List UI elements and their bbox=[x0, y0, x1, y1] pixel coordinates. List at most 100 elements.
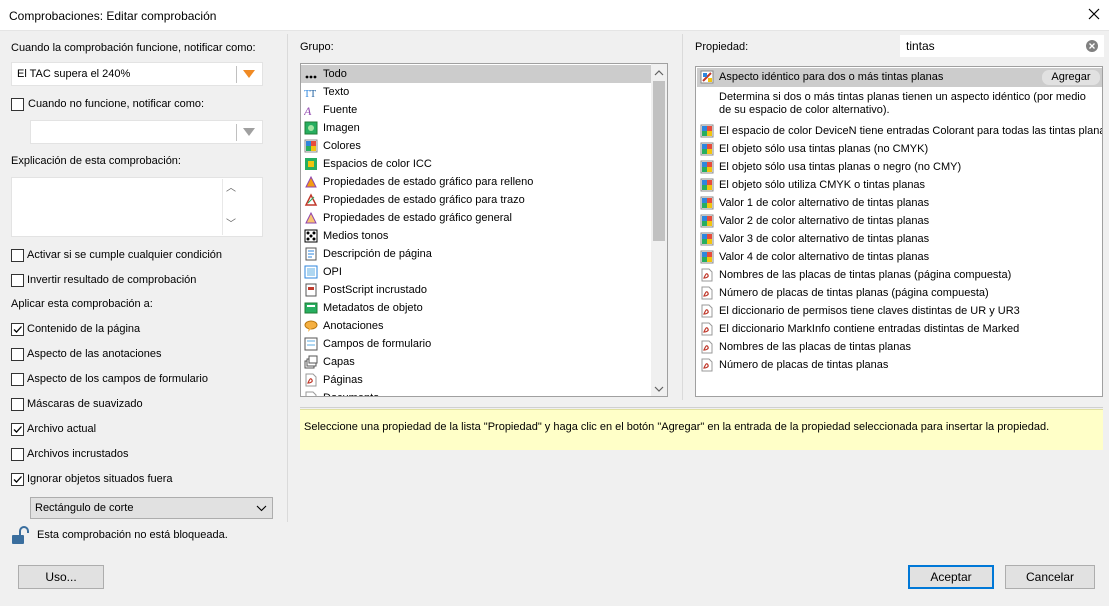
colors-icon bbox=[700, 70, 714, 87]
group-item[interactable]: Documento bbox=[301, 389, 651, 396]
property-item-label: Valor 1 de color alternativo de tintas p… bbox=[719, 197, 930, 209]
group-item[interactable]: Metadatos de objeto bbox=[301, 299, 651, 317]
group-item[interactable]: Espacios de color ICC bbox=[301, 155, 651, 173]
property-list: El espacio de color DeviceN tiene entrad… bbox=[697, 122, 1102, 396]
apply-page-content-checkbox[interactable] bbox=[11, 323, 24, 336]
scroll-down-icon[interactable]: ﹀ bbox=[223, 217, 239, 233]
group-item[interactable]: Medios tonos bbox=[301, 227, 651, 245]
not-work-combo[interactable] bbox=[30, 120, 263, 144]
colors-icon bbox=[304, 139, 318, 153]
scroll-thumb[interactable] bbox=[653, 81, 665, 241]
apply-current-file-checkbox[interactable] bbox=[11, 423, 24, 436]
group-listbox[interactable]: Todo T T Texto A Fuente Imagen Colores Espacios … bbox=[300, 63, 668, 397]
clear-search-icon[interactable] bbox=[1085, 39, 1099, 56]
orange-dropdown-arrow-icon[interactable] bbox=[242, 68, 256, 83]
property-item[interactable]: Valor 2 de color alternativo de tintas p… bbox=[697, 212, 1102, 230]
apply-soft-masks-label: Máscaras de suavizado bbox=[27, 398, 143, 410]
group-item[interactable]: OPI bbox=[301, 263, 651, 281]
group-item[interactable]: Propiedades de estado gráfico para trazo bbox=[301, 191, 651, 209]
colors-icon bbox=[700, 142, 714, 156]
divider bbox=[287, 34, 288, 522]
explanation-scrollbar[interactable]: ︿ ﹀ bbox=[222, 179, 239, 235]
property-item[interactable]: Nombres de las placas de tintas planas (… bbox=[697, 266, 1102, 284]
pdf-icon bbox=[700, 268, 714, 282]
group-item-label: Todo bbox=[323, 68, 347, 80]
group-item[interactable]: Páginas bbox=[301, 371, 651, 389]
property-item[interactable]: Valor 4 de color alternativo de tintas p… bbox=[697, 248, 1102, 266]
group-item-label: Medios tonos bbox=[323, 230, 389, 242]
accept-button[interactable]: Aceptar bbox=[908, 565, 994, 589]
property-item[interactable]: El objeto sólo usa tintas planas o negro… bbox=[697, 158, 1102, 176]
scroll-up-icon[interactable]: ︿ bbox=[223, 181, 239, 197]
cancel-button[interactable]: Cancelar bbox=[1005, 565, 1095, 589]
invert-result-label: Invertir resultado de comprobación bbox=[27, 274, 197, 286]
add-button[interactable]: Agregar bbox=[1042, 70, 1100, 85]
apply-label: Aplicar esta comprobación a: bbox=[11, 298, 153, 310]
checkmark-icon bbox=[13, 426, 22, 433]
group-item-label: Colores bbox=[323, 140, 361, 152]
colors-icon bbox=[700, 250, 714, 264]
svg-text:T: T bbox=[310, 89, 316, 99]
group-item[interactable]: T T Texto bbox=[301, 83, 651, 101]
halftone-icon bbox=[304, 229, 318, 243]
chevron-up-icon[interactable] bbox=[654, 68, 664, 80]
unlock-icon bbox=[11, 526, 29, 549]
property-label: Propiedad: bbox=[695, 41, 749, 53]
property-item-label: El diccionario de permisos tiene claves … bbox=[719, 305, 1020, 317]
explanation-textarea[interactable]: ︿ ﹀ bbox=[11, 177, 263, 237]
outside-select[interactable]: Rectángulo de corte bbox=[30, 497, 273, 519]
property-item[interactable]: Nombres de las placas de tintas planas bbox=[697, 338, 1102, 356]
any-condition-checkbox[interactable] bbox=[11, 249, 24, 262]
annotation-icon bbox=[304, 319, 318, 333]
property-item-label: Nombres de las placas de tintas planas (… bbox=[719, 269, 1012, 281]
apply-embedded-files-checkbox[interactable] bbox=[11, 448, 24, 461]
group-item[interactable]: Anotaciones bbox=[301, 317, 651, 335]
group-item-label: Propiedades de estado gráfico para relle… bbox=[323, 176, 534, 188]
group-item-label: Imagen bbox=[323, 122, 360, 134]
group-item[interactable]: Campos de formulario bbox=[301, 335, 651, 353]
group-item[interactable]: Propiedades de estado gráfico para relle… bbox=[301, 173, 651, 191]
group-item-label: Propiedades de estado gráfico para trazo bbox=[323, 194, 525, 206]
property-item[interactable]: Valor 1 de color alternativo de tintas p… bbox=[697, 194, 1102, 212]
invert-result-checkbox[interactable] bbox=[11, 274, 24, 287]
property-item[interactable]: El diccionario MarkInfo contiene entrada… bbox=[697, 320, 1102, 338]
pdf-icon bbox=[700, 340, 714, 354]
property-item[interactable]: Número de placas de tintas planas (págin… bbox=[697, 284, 1102, 302]
property-item[interactable]: Valor 3 de color alternativo de tintas p… bbox=[697, 230, 1102, 248]
property-search-input[interactable]: tintas bbox=[900, 35, 1104, 57]
apply-current-file-label: Archivo actual bbox=[27, 423, 97, 435]
property-item[interactable]: El objeto sólo utiliza CMYK o tintas pla… bbox=[697, 176, 1102, 194]
not-work-label: Cuando no funcione, notificar como: bbox=[28, 98, 205, 110]
apply-soft-masks-checkbox[interactable] bbox=[11, 398, 24, 411]
property-item[interactable]: El espacio de color DeviceN tiene entrad… bbox=[697, 122, 1102, 140]
group-item[interactable]: PostScript incrustado bbox=[301, 281, 651, 299]
apply-annotations-label: Aspecto de las anotaciones bbox=[27, 348, 162, 360]
pdf-icon bbox=[304, 373, 318, 387]
text-icon: TT bbox=[304, 85, 318, 100]
property-item[interactable]: Número de placas de tintas planas bbox=[697, 356, 1102, 374]
apply-annotations-checkbox[interactable] bbox=[11, 348, 24, 361]
selected-property-entry[interactable]: Aspecto idéntico para dos o más tintas p… bbox=[697, 68, 1102, 122]
notify-combo[interactable]: El TAC supera el 240% bbox=[11, 62, 263, 86]
group-item[interactable]: Todo bbox=[301, 65, 651, 83]
selected-property-row[interactable]: Aspecto idéntico para dos o más tintas p… bbox=[697, 68, 1102, 87]
group-item[interactable]: Propiedades de estado gráfico general bbox=[301, 209, 651, 227]
group-item[interactable]: A Fuente bbox=[301, 101, 651, 119]
not-work-checkbox[interactable] bbox=[11, 98, 24, 111]
close-icon[interactable] bbox=[1084, 4, 1104, 24]
property-item[interactable]: El diccionario de permisos tiene claves … bbox=[697, 302, 1102, 320]
group-item[interactable]: Colores bbox=[301, 137, 651, 155]
group-scrollbar[interactable] bbox=[651, 64, 667, 396]
group-item-label: Anotaciones bbox=[323, 320, 384, 332]
property-item-label: El espacio de color DeviceN tiene entrad… bbox=[719, 125, 1102, 137]
group-item[interactable]: Capas bbox=[301, 353, 651, 371]
use-button[interactable]: Uso... bbox=[18, 565, 104, 589]
property-listbox[interactable]: Aspecto idéntico para dos o más tintas p… bbox=[695, 66, 1103, 397]
apply-form-fields-checkbox[interactable] bbox=[11, 373, 24, 386]
group-item[interactable]: Imagen bbox=[301, 119, 651, 137]
chevron-down-icon[interactable] bbox=[654, 384, 664, 396]
window-title: Comprobaciones: Editar comprobación bbox=[9, 9, 217, 23]
property-item[interactable]: El objeto sólo usa tintas planas (no CMY… bbox=[697, 140, 1102, 158]
ignore-outside-checkbox[interactable] bbox=[11, 473, 24, 486]
group-item[interactable]: Descripción de página bbox=[301, 245, 651, 263]
